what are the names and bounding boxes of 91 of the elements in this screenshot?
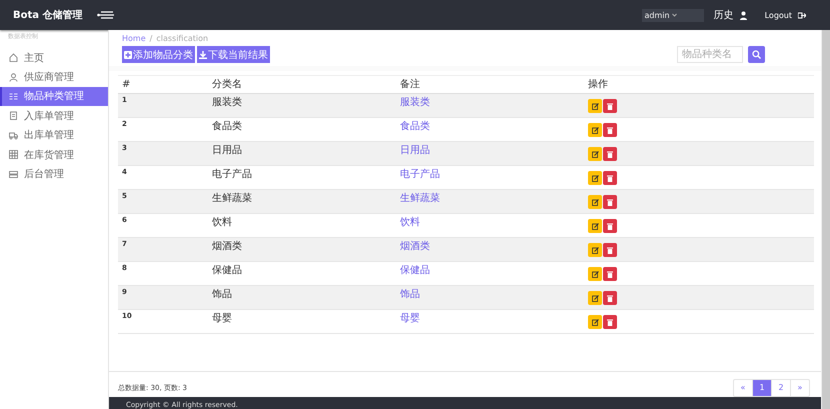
trash-icon	[607, 126, 613, 134]
column-header: 分类名	[208, 76, 396, 94]
page-button[interactable]: 2	[772, 380, 791, 396]
add-category-button[interactable]: 添加物品分类	[122, 46, 195, 63]
trash-icon	[607, 174, 613, 182]
edit-button[interactable]	[588, 219, 602, 233]
trash-icon	[607, 294, 613, 302]
delete-button[interactable]	[603, 267, 617, 281]
truck-icon	[9, 130, 18, 140]
delete-button[interactable]	[603, 195, 617, 209]
table-cell: 烟酒类	[208, 238, 396, 262]
table-cell: 饰品	[396, 286, 584, 310]
brand-title: Bota 仓储管理	[13, 8, 83, 22]
table-cell: 日用品	[396, 142, 584, 166]
breadcrumb-link[interactable]: Home	[122, 34, 146, 43]
table-cell: 烟酒类	[396, 238, 584, 262]
trash-icon	[607, 222, 613, 230]
edit-button[interactable]	[588, 123, 602, 137]
edit-icon	[592, 174, 598, 182]
trash-icon	[607, 150, 613, 158]
menu-icon[interactable]	[96, 11, 115, 19]
edit-button[interactable]	[588, 147, 602, 161]
edit-button[interactable]	[588, 243, 602, 257]
delete-button[interactable]	[603, 315, 617, 329]
delete-button[interactable]	[603, 123, 617, 137]
server-icon	[9, 170, 18, 179]
logout-link[interactable]: Logout	[764, 10, 792, 20]
delete-button[interactable]	[603, 291, 617, 305]
scrollbar[interactable]	[821, 30, 830, 409]
download-button[interactable]: 下载当前结果	[197, 46, 270, 63]
edit-button[interactable]	[588, 291, 602, 305]
edit-button[interactable]	[588, 195, 602, 209]
trash-icon	[607, 102, 613, 110]
edit-icon	[592, 222, 598, 230]
user-icon	[740, 10, 747, 20]
sidebar-item[interactable]: 主页	[0, 48, 108, 68]
download-icon	[199, 50, 207, 58]
trash-icon	[607, 318, 613, 326]
delete-button[interactable]	[603, 147, 617, 161]
edit-button[interactable]	[588, 171, 602, 185]
edit-icon	[592, 318, 598, 326]
breadcrumb-separator: /	[150, 34, 152, 43]
home-icon	[9, 53, 18, 62]
plus-square-icon	[124, 50, 132, 58]
sidebar-item[interactable]: 物品种类管理	[0, 86, 108, 106]
trash-icon	[607, 198, 613, 206]
user-dropdown[interactable]: admin	[642, 8, 704, 22]
caret-icon	[672, 13, 677, 17]
search-field[interactable]: 物品种类名	[677, 46, 743, 63]
table-cell: 服装类	[208, 94, 396, 118]
table-cell: 日用品	[208, 142, 396, 166]
list-icon	[9, 92, 18, 101]
clipboard-icon	[9, 111, 18, 120]
grid-icon	[9, 150, 18, 160]
logout-icon	[798, 12, 806, 18]
table-cell: 生鲜蔬菜	[208, 190, 396, 214]
edit-icon	[592, 246, 598, 254]
edit-icon	[592, 198, 598, 206]
edit-icon	[592, 126, 598, 134]
edit-button[interactable]	[588, 99, 602, 113]
breadcrumb-current: classification	[156, 34, 208, 43]
sidebar-item[interactable]: 在库货管理	[0, 144, 108, 164]
delete-button[interactable]	[603, 171, 617, 185]
search-button[interactable]	[748, 46, 765, 63]
edit-icon	[592, 150, 598, 158]
column-header: 操作	[584, 76, 814, 94]
edit-icon	[592, 270, 598, 278]
sidebar-item[interactable]: 入库单管理	[0, 106, 108, 126]
column-header: 备注	[396, 76, 584, 94]
delete-button[interactable]	[603, 99, 617, 113]
next-page-button[interactable]: »	[791, 380, 809, 396]
trash-icon	[607, 246, 613, 254]
delete-button[interactable]	[603, 243, 617, 257]
edit-icon	[592, 294, 598, 302]
edit-button[interactable]	[588, 267, 602, 281]
page-button[interactable]: 1	[753, 380, 772, 396]
sidebar-item[interactable]: 后台管理	[0, 164, 108, 184]
table-cell: 服装类	[396, 94, 584, 118]
edit-icon	[592, 102, 598, 110]
table-cell: 母婴	[208, 310, 396, 334]
table-cell: 生鲜蔬菜	[396, 190, 584, 214]
sidebar-item[interactable]: 供应商管理	[0, 67, 108, 87]
delete-button[interactable]	[603, 219, 617, 233]
table-cell: 母婴	[396, 310, 584, 334]
edit-button[interactable]	[588, 315, 602, 329]
trash-icon	[607, 270, 613, 278]
user-icon	[9, 72, 18, 82]
search-icon	[752, 50, 761, 59]
sidebar-item[interactable]: 出库单管理	[0, 126, 108, 145]
history-link[interactable]: 历史	[714, 8, 734, 22]
table-cell: 饰品	[208, 286, 396, 310]
